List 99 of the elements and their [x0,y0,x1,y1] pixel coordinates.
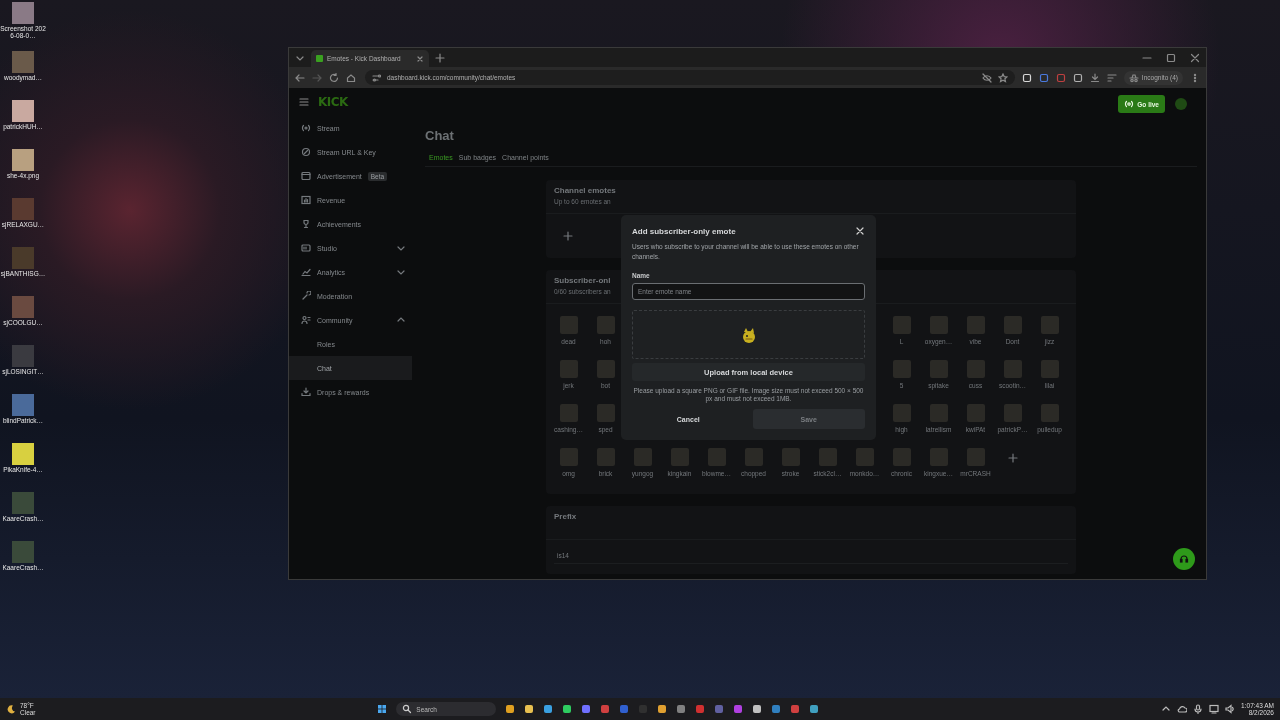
app-icon[interactable] [505,704,516,714]
emote-image[interactable] [596,360,615,378]
emote-image[interactable] [744,448,763,466]
nav-icon [301,243,311,253]
file-thumbnail[interactable] [12,100,34,122]
file-thumbnail[interactable] [12,2,34,24]
cloud-icon[interactable] [1177,704,1188,714]
emote-image[interactable] [1003,360,1022,378]
add-plus-icon[interactable] [1007,453,1018,463]
card-title: Channel emotes [554,186,616,195]
app-icon[interactable] [752,704,763,714]
emote-image[interactable] [966,448,985,466]
emote-image[interactable] [892,448,911,466]
emote-image[interactable] [929,360,948,378]
app-icon[interactable] [581,704,592,714]
emote-image[interactable] [670,448,689,466]
app-icon[interactable] [676,704,687,714]
card-title: Prefix [554,512,577,521]
app-icon[interactable] [771,704,782,714]
file-thumbnail[interactable] [12,149,34,171]
emote-image[interactable] [781,448,800,466]
support-button[interactable] [1173,548,1195,570]
file-thumbnail[interactable] [12,198,34,220]
forward-arrow-icon[interactable] [312,72,322,83]
app-icon[interactable] [562,704,573,714]
eye-off-icon[interactable] [981,72,992,83]
emote-image[interactable] [1040,360,1059,378]
maximize-icon[interactable] [1166,52,1176,63]
speaker-icon[interactable] [1225,704,1236,714]
emote-image[interactable] [559,404,578,422]
file-thumbnail[interactable] [12,296,34,318]
incognito-icon [1128,72,1139,83]
emote-image[interactable] [559,360,578,378]
nav-icon [301,219,311,229]
start-windows-icon[interactable] [377,704,388,714]
emote-image[interactable] [1040,404,1059,422]
emote-image[interactable] [596,448,615,466]
new-tab-plus-icon[interactable] [435,52,445,63]
site-favicon-icon [316,55,323,62]
menu-icon[interactable] [299,97,309,107]
close-icon[interactable] [1190,52,1200,63]
emote-image[interactable] [892,404,911,422]
emote-image[interactable] [966,360,985,378]
app-icon[interactable] [809,704,820,714]
nav-icon [301,267,311,277]
app-icon[interactable] [524,704,535,714]
card-title: Subscriber-onl [554,276,611,285]
emote-image[interactable] [559,316,578,334]
nav-icon [301,315,311,325]
upload-dropzone[interactable] [632,310,865,359]
microphone-icon[interactable] [1193,704,1204,714]
extension-icon[interactable] [1072,72,1083,83]
nav-icon [301,195,311,205]
file-thumbnail[interactable] [12,394,34,416]
page-title: Chat [425,128,455,145]
emote-image[interactable] [818,448,837,466]
emote-image[interactable] [633,448,652,466]
close-icon[interactable] [855,226,865,236]
emote-image[interactable] [1040,316,1059,334]
nav-icon [301,291,311,301]
emote-image[interactable] [559,448,578,466]
file-thumbnail[interactable] [12,247,34,269]
nav-icon [301,123,311,133]
nav-icon [301,387,311,397]
avatar-icon[interactable] [1175,98,1187,110]
download-icon[interactable] [1089,72,1100,83]
emote-image[interactable] [855,448,874,466]
emote-image[interactable] [892,316,911,334]
reload-icon[interactable] [329,72,339,83]
emote-image[interactable] [966,316,985,334]
file-thumbnail[interactable] [12,345,34,367]
emote-image[interactable] [707,448,726,466]
emote-image[interactable] [1003,316,1022,334]
back-arrow-icon[interactable] [295,72,305,83]
emote-image[interactable] [966,404,985,422]
app-icon[interactable] [657,704,668,714]
emote-image[interactable] [929,448,948,466]
emote-image[interactable] [596,404,615,422]
home-icon[interactable] [346,72,356,83]
file-thumbnail[interactable] [12,541,34,563]
app-icon[interactable] [543,704,554,714]
file-thumbnail[interactable] [12,443,34,465]
star-icon[interactable] [997,72,1008,83]
emote-image[interactable] [929,404,948,422]
search-icon [402,704,413,714]
broadcast-icon [1124,99,1135,109]
headset-icon [1179,554,1189,564]
emote-image[interactable] [1003,404,1022,422]
emote-image[interactable] [929,316,948,334]
add-plus-icon[interactable] [563,231,573,241]
nav-icon [301,147,311,157]
dialog-title: Add subscriber-only emote [632,226,736,236]
nav-icon [301,171,311,181]
monitor-icon[interactable] [1209,704,1220,714]
moon-icon[interactable] [6,704,16,714]
emote-image[interactable] [892,360,911,378]
file-thumbnail[interactable] [12,51,34,73]
emote-image[interactable] [596,316,615,334]
file-thumbnail[interactable] [12,492,34,514]
